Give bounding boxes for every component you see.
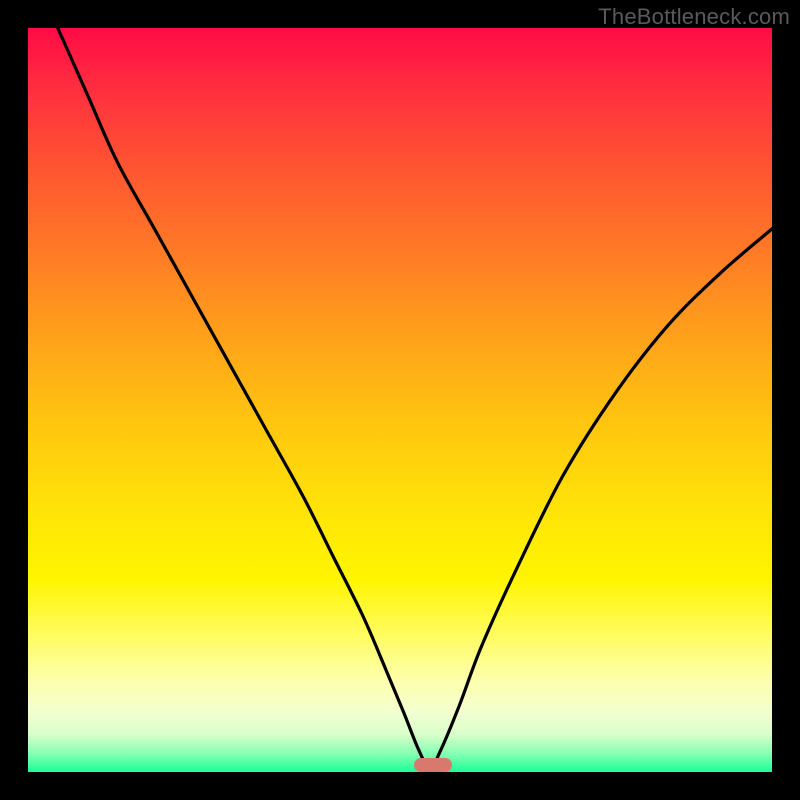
plot-area bbox=[28, 28, 772, 772]
bottleneck-curve bbox=[28, 28, 772, 772]
watermark-label: TheBottleneck.com bbox=[598, 4, 790, 30]
chart-frame: TheBottleneck.com bbox=[0, 0, 800, 800]
optimal-marker bbox=[414, 758, 452, 772]
